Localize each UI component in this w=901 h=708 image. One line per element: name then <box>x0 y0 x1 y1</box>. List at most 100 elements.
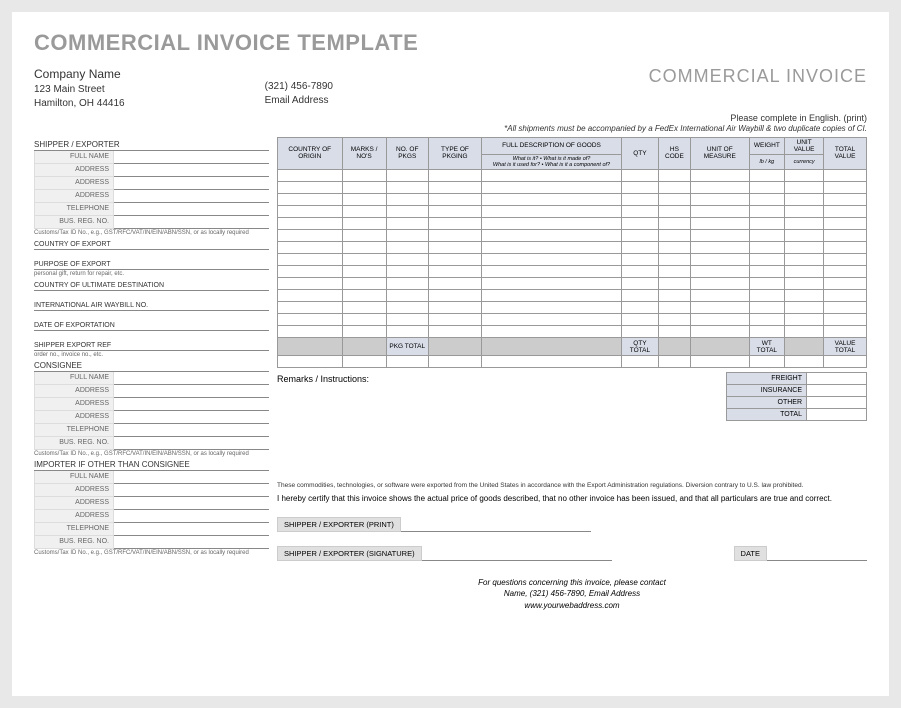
contact-block: (321) 456-7890 Email Address <box>265 66 333 111</box>
sig-print-input[interactable] <box>401 518 591 532</box>
goods-row[interactable] <box>278 278 867 290</box>
date-export-input[interactable] <box>118 322 269 329</box>
signature-print-row: SHIPPER / EXPORTER (PRINT) <box>277 517 867 532</box>
shipper-ref-input[interactable] <box>114 342 269 349</box>
country-export-input[interactable] <box>114 241 269 248</box>
shipper-address3-input[interactable] <box>114 190 269 203</box>
left-column: SHIPPER / EXPORTER FULL NAME ADDRESS ADD… <box>34 137 269 611</box>
insurance-value[interactable] <box>807 385 867 397</box>
pkg-total-label: PKG TOTAL <box>386 338 428 356</box>
col-unitval: UNIT VALUE <box>785 137 824 154</box>
purpose-export-input[interactable] <box>114 261 270 268</box>
goods-row[interactable] <box>278 242 867 254</box>
label-fullname: FULL NAME <box>34 372 114 385</box>
note-italic: *All shipments must be accompanied by a … <box>504 124 867 133</box>
shipper-address2-input[interactable] <box>114 177 269 190</box>
col-weight: WEIGHT <box>749 137 785 154</box>
label-address: ADDRESS <box>34 164 114 177</box>
consignee-telephone-input[interactable] <box>114 424 269 437</box>
footer-line2: Name, (321) 456-7890, Email Address <box>277 588 867 599</box>
country-export-label: COUNTRY OF EXPORT <box>34 241 111 248</box>
shipper-busreg-input[interactable] <box>114 216 269 229</box>
air-waybill-label: INTERNATIONAL AIR WAYBILL NO. <box>34 302 148 309</box>
consignee-fullname-input[interactable] <box>114 372 269 385</box>
label-address: ADDRESS <box>34 398 114 411</box>
shipper-header: SHIPPER / EXPORTER <box>34 139 269 151</box>
totals-value-row[interactable] <box>278 356 867 368</box>
sig-signature-input[interactable] <box>422 547 612 561</box>
goods-row[interactable] <box>278 266 867 278</box>
sig-date-label: DATE <box>734 546 767 561</box>
wt-total-label: WT TOTAL <box>749 338 785 356</box>
header-row: Company Name 123 Main Street Hamilton, O… <box>34 66 867 111</box>
contact-phone: (321) 456-7890 <box>265 80 333 94</box>
customs-note: Customs/Tax ID No., e.g., GST/RFC/VAT/IN… <box>34 230 269 236</box>
label-telephone: TELEPHONE <box>34 424 114 437</box>
col-desc-sub: What is it? • What is it made of? What i… <box>482 155 622 170</box>
freight-value[interactable] <box>807 373 867 385</box>
goods-row[interactable] <box>278 182 867 194</box>
label-address: ADDRESS <box>34 510 114 523</box>
value-total-label: VALUE TOTAL <box>824 338 867 356</box>
goods-row[interactable] <box>278 170 867 182</box>
goods-row[interactable] <box>278 302 867 314</box>
consignee-address1-input[interactable] <box>114 385 269 398</box>
goods-row[interactable] <box>278 206 867 218</box>
sig-signature-label: SHIPPER / EXPORTER (SIGNATURE) <box>277 546 422 561</box>
goods-row[interactable] <box>278 230 867 242</box>
importer-busreg-input[interactable] <box>114 536 269 549</box>
label-telephone: TELEPHONE <box>34 523 114 536</box>
label-busreg: BUS. REG. NO. <box>34 216 114 229</box>
col-weight-sub: lb / kg <box>749 155 785 170</box>
importer-telephone-input[interactable] <box>114 523 269 536</box>
importer-fullname-input[interactable] <box>114 471 269 484</box>
sig-date-input[interactable] <box>767 547 867 561</box>
main-title: COMMERCIAL INVOICE TEMPLATE <box>34 30 867 56</box>
company-city: Hamilton, OH 44416 <box>34 97 125 111</box>
total-label: TOTAL <box>727 409 807 421</box>
freight-label: FREIGHT <box>727 373 807 385</box>
invoice-page: COMMERCIAL INVOICE TEMPLATE Company Name… <box>12 12 889 696</box>
label-address: ADDRESS <box>34 177 114 190</box>
importer-address3-input[interactable] <box>114 510 269 523</box>
goods-row[interactable] <box>278 254 867 266</box>
footer: For questions concerning this invoice, p… <box>277 577 867 611</box>
footer-line1: For questions concerning this invoice, p… <box>277 577 867 588</box>
company-street: 123 Main Street <box>34 83 125 97</box>
label-busreg: BUS. REG. NO. <box>34 536 114 549</box>
totals-row: PKG TOTAL QTY TOTAL WT TOTAL VALUE TOTAL <box>278 338 867 356</box>
customs-note: Customs/Tax ID No., e.g., GST/RFC/VAT/IN… <box>34 550 269 556</box>
right-column: COUNTRY OF ORIGIN MARKS / NO'S NO. OF PK… <box>277 137 867 611</box>
certification: I hereby certify that this invoice shows… <box>277 494 867 503</box>
col-unitval-sub: currency <box>785 155 824 170</box>
importer-address2-input[interactable] <box>114 497 269 510</box>
shipper-fullname-input[interactable] <box>114 151 269 164</box>
consignee-address2-input[interactable] <box>114 398 269 411</box>
air-waybill-input[interactable] <box>151 302 269 309</box>
shipper-telephone-input[interactable] <box>114 203 269 216</box>
goods-row[interactable] <box>278 218 867 230</box>
insurance-label: INSURANCE <box>727 385 807 397</box>
other-label: OTHER <box>727 397 807 409</box>
other-value[interactable] <box>807 397 867 409</box>
country-dest-input[interactable] <box>167 282 269 289</box>
goods-row[interactable] <box>278 290 867 302</box>
company-block: Company Name 123 Main Street Hamilton, O… <box>34 66 125 111</box>
goods-row[interactable] <box>278 326 867 338</box>
goods-row[interactable] <box>278 314 867 326</box>
label-fullname: FULL NAME <box>34 151 114 164</box>
summary-table: FREIGHT INSURANCE OTHER TOTAL <box>726 372 867 421</box>
col-marks: MARKS / NO'S <box>342 137 386 169</box>
total-value[interactable] <box>807 409 867 421</box>
importer-header: IMPORTER IF OTHER THAN CONSIGNEE <box>34 459 269 471</box>
col-unit: UNIT OF MEASURE <box>691 137 750 169</box>
country-dest-label: COUNTRY OF ULTIMATE DESTINATION <box>34 282 164 289</box>
goods-row[interactable] <box>278 194 867 206</box>
importer-address1-input[interactable] <box>114 484 269 497</box>
body-wrap: SHIPPER / EXPORTER FULL NAME ADDRESS ADD… <box>34 137 867 611</box>
consignee-busreg-input[interactable] <box>114 437 269 450</box>
date-export-label: DATE OF EXPORTATION <box>34 322 115 329</box>
col-pkging: TYPE OF PKGING <box>428 137 481 169</box>
consignee-address3-input[interactable] <box>114 411 269 424</box>
shipper-address1-input[interactable] <box>114 164 269 177</box>
